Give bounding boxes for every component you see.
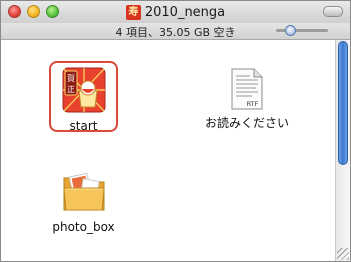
icon-item-readme[interactable]: RTF お読みください xyxy=(204,68,290,131)
finder-window: 寿 2010_nenga 4 項目、35.05 GB 空き 賀 正 start … xyxy=(0,0,351,262)
svg-text:正: 正 xyxy=(67,85,75,94)
icon-label: photo_box xyxy=(52,220,115,234)
svg-text:賀: 賀 xyxy=(67,73,75,83)
app-icon-nenga: 賀 正 xyxy=(62,67,105,113)
status-text: 4 項目、35.05 GB 空き xyxy=(115,26,236,39)
window-title-group: 寿 2010_nenga xyxy=(1,1,350,23)
folder-icon xyxy=(62,172,105,211)
vertical-scrollbar[interactable] xyxy=(335,40,350,261)
icon-item-start[interactable]: 賀 正 start xyxy=(49,61,118,133)
icon-size-slider-track[interactable] xyxy=(276,29,328,32)
file-type-badge: RTF xyxy=(247,100,259,108)
scrollbar-thumb[interactable] xyxy=(338,41,348,165)
folder-proxy-icon[interactable]: 寿 xyxy=(125,4,141,20)
toolbar-toggle-button[interactable] xyxy=(323,6,343,17)
icon-item-photo-box[interactable]: photo_box xyxy=(49,172,118,234)
window-title: 2010_nenga xyxy=(144,4,226,20)
icon-size-slider-thumb[interactable] xyxy=(285,25,296,36)
icon-label: お読みください xyxy=(204,116,289,130)
resize-grip[interactable] xyxy=(337,248,349,260)
icon-view[interactable]: 賀 正 start RTF お読みください photo_box xyxy=(1,40,334,261)
status-bar: 4 項目、35.05 GB 空き xyxy=(1,23,350,40)
rtf-document-icon: RTF xyxy=(231,68,263,110)
title-bar[interactable]: 寿 2010_nenga xyxy=(1,1,350,23)
icon-label: start xyxy=(69,119,98,133)
